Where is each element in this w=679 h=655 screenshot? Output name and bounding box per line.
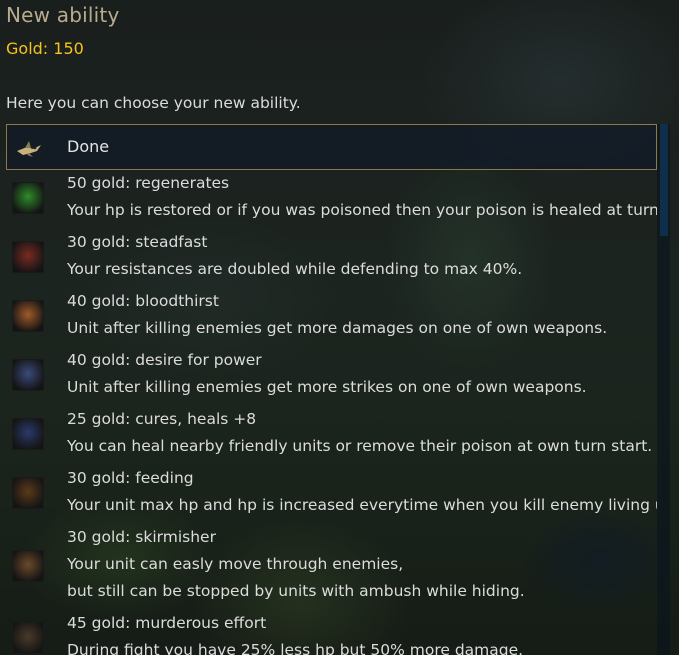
ability-heading: 30 gold: feeding [67, 469, 194, 487]
ability-description: Your resistances are doubled while defen… [67, 260, 523, 278]
fanged-maw-icon [12, 477, 44, 509]
ability-row[interactable]: 30 gold: skirmisher Your unit can easly m… [6, 524, 657, 610]
ability-description: but still can be stopped by units with a… [67, 582, 525, 600]
gold-amount: Gold: 150 [6, 39, 84, 58]
armored-hand-icon [12, 359, 44, 391]
ability-description: Your unit max hp and hp is increased eve… [67, 496, 657, 514]
healing-cross-icon [12, 418, 44, 450]
bloody-axe-icon [12, 300, 44, 332]
ability-heading: 40 gold: desire for power [67, 351, 262, 369]
ability-row[interactable]: 30 gold: steadfast Your resistances are d… [6, 229, 657, 288]
scrollbar-thumb[interactable] [660, 124, 668, 236]
ability-description: Your unit can easly move through enemies… [67, 555, 404, 573]
ability-row[interactable]: 40 gold: bloodthirst Unit after killing e… [6, 288, 657, 347]
ability-description: During fight you have 25% less hp but 50… [67, 641, 524, 655]
ability-description: Unit after killing enemies get more dama… [67, 319, 608, 337]
ability-heading: 25 gold: cures, heals +8 [67, 410, 257, 428]
ability-row[interactable]: 25 gold: cures, heals +8 You can heal nea… [6, 406, 657, 465]
ability-heading: 50 gold: regenerates [67, 174, 230, 192]
green-potion-icon [12, 182, 44, 214]
done-label: Done [67, 137, 110, 156]
dialog-title: New ability [6, 3, 120, 27]
ability-row[interactable]: 40 gold: desire for power Unit after kill… [6, 347, 657, 406]
flying-creature-icon [13, 131, 45, 163]
dialog-hint: Here you can choose your new ability. [6, 94, 301, 112]
chainmail-icon [12, 241, 44, 273]
done-row[interactable]: Done [6, 124, 657, 170]
ability-heading: 30 gold: steadfast [67, 233, 208, 251]
ability-heading: 30 gold: skirmisher [67, 528, 216, 546]
ability-description: You can heal nearby friendly units or re… [67, 437, 653, 455]
ability-heading: 45 gold: murderous effort [67, 614, 267, 632]
hooded-figure-icon [12, 550, 44, 582]
ability-description: Your hp is restored or if you was poison… [67, 201, 657, 219]
ability-heading: 40 gold: bloodthirst [67, 292, 219, 310]
ability-list[interactable]: Done 50 gold: regenerates Your hp is rest… [6, 124, 657, 655]
ability-row[interactable]: 50 gold: regenerates Your hp is restored … [6, 170, 657, 229]
ability-row[interactable]: 30 gold: feeding Your unit max hp and hp … [6, 465, 657, 524]
warrior-axe-icon [12, 622, 44, 654]
ability-description: Unit after killing enemies get more stri… [67, 378, 587, 396]
ability-row[interactable]: 45 gold: murderous effort During fight yo… [6, 610, 657, 655]
